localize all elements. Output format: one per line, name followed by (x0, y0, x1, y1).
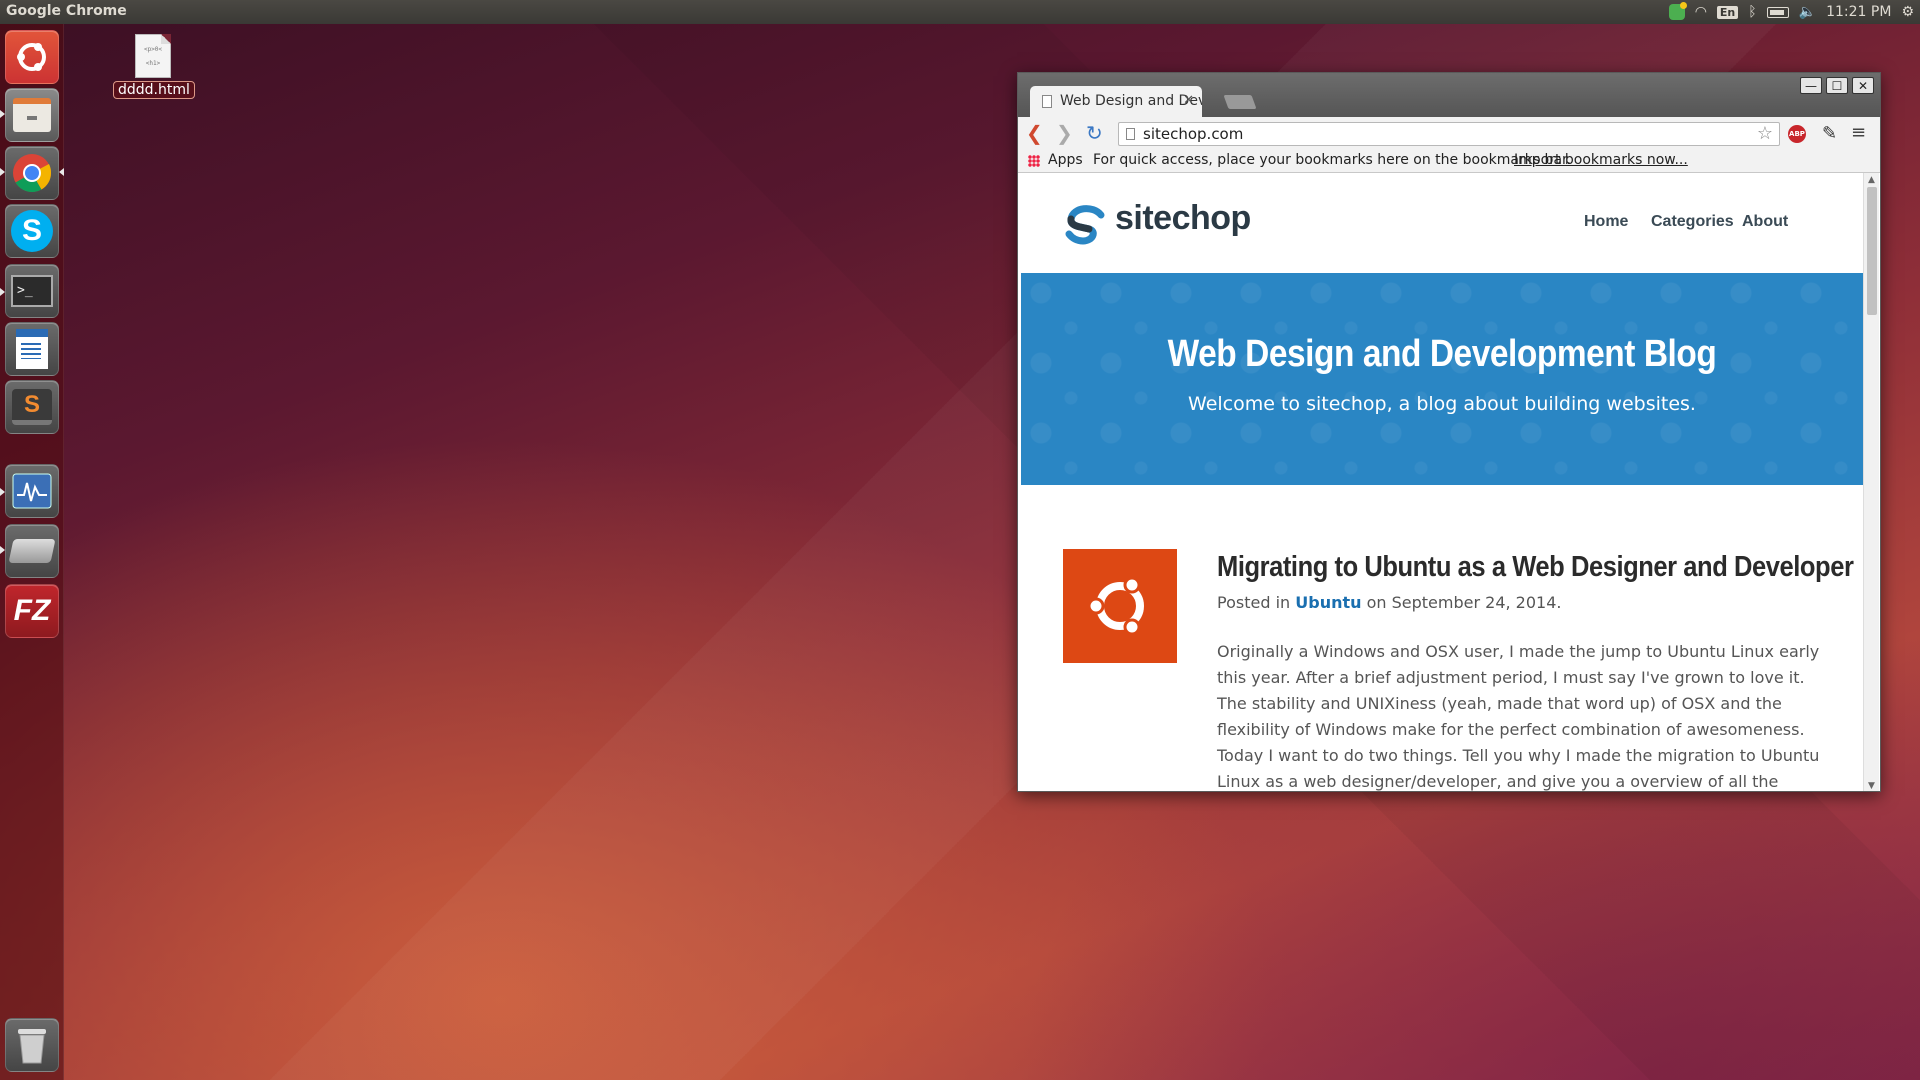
post-meta: Posted in Ubuntu on September 24, 2014. (1217, 593, 1561, 612)
page-viewport: sitechop Home Categories About Web Desig… (1021, 173, 1863, 791)
nav-categories[interactable]: Categories (1651, 213, 1734, 231)
apps-link[interactable]: Apps (1048, 152, 1083, 168)
chrome-menu-icon[interactable]: ≡ (1851, 122, 1866, 143)
bluetooth-icon[interactable]: ᛒ (1748, 4, 1756, 20)
dash-home-icon[interactable] (5, 30, 59, 84)
bookmarks-hint: For quick access, place your bookmarks h… (1093, 152, 1571, 168)
page-icon (1042, 95, 1052, 108)
minimize-button[interactable]: — (1800, 77, 1822, 94)
url-text: sitechop.com (1143, 125, 1244, 143)
vertical-scrollbar[interactable]: ▲ ▼ (1863, 173, 1879, 791)
window-titlebar[interactable]: Web Design and Deve ✕ — ☐ ✕ (1018, 73, 1880, 117)
site-header: sitechop Home Categories About (1021, 173, 1863, 273)
terminal-icon[interactable]: >_ (5, 264, 59, 318)
post-category-link[interactable]: Ubuntu (1295, 593, 1361, 612)
system-monitor-icon[interactable] (5, 464, 59, 518)
address-bar[interactable]: sitechop.com ☆ (1118, 122, 1780, 146)
post-excerpt: Originally a Windows and OSX user, I mad… (1217, 642, 1820, 791)
scroll-up-arrow-icon[interactable]: ▲ (1868, 175, 1875, 185)
scroll-down-arrow-icon[interactable]: ▼ (1868, 781, 1875, 791)
hero-subtitle: Welcome to sitechop, a blog about buildi… (1188, 393, 1696, 415)
maximize-button[interactable]: ☐ (1826, 77, 1848, 94)
bookmarks-bar: Apps For quick access, place your bookma… (1018, 149, 1880, 173)
desktop-file[interactable]: <p>0< <h1> dddd.html (113, 34, 195, 99)
apps-grid-icon[interactable] (1028, 155, 1040, 167)
system-tray: ◠ En ᛒ 🔈 11:21 PM ⚙ (1668, 0, 1914, 24)
page-icon (1126, 128, 1135, 140)
tab-title: Web Design and Deve (1060, 93, 1202, 109)
post-meta-prefix: Posted in (1217, 593, 1291, 612)
extension-eyedropper-icon[interactable]: ✎ (1822, 123, 1837, 144)
keyboard-language-indicator[interactable]: En (1716, 5, 1739, 19)
chrome-window: Web Design and Deve ✕ — ☐ ✕ ❮ ❯ ↻ sitech… (1017, 72, 1881, 792)
sitechop-logo-icon[interactable] (1063, 203, 1107, 247)
file-preview-line-2: <h1> (145, 60, 161, 67)
hero-banner: Web Design and Development Blog Welcome … (1021, 273, 1863, 485)
browser-tab[interactable]: Web Design and Deve ✕ (1030, 86, 1202, 117)
new-tab-button[interactable] (1223, 95, 1257, 109)
import-bookmarks-link[interactable]: Import bookmarks now... (1514, 152, 1688, 168)
top-panel: Google Chrome ◠ En ᛒ 🔈 11:21 PM ⚙ (0, 0, 1920, 24)
wifi-icon[interactable]: ◠ (1695, 4, 1707, 20)
desktop-file-name: dddd.html (113, 81, 195, 99)
scanner-icon[interactable] (5, 524, 59, 578)
back-button[interactable]: ❮ (1026, 123, 1043, 143)
site-logo-text[interactable]: sitechop (1115, 199, 1251, 238)
bookmark-star-icon[interactable]: ☆ (1757, 123, 1773, 144)
nav-home[interactable]: Home (1584, 213, 1628, 231)
trash-icon[interactable] (5, 1018, 59, 1072)
battery-icon[interactable] (1766, 6, 1789, 18)
filezilla-icon[interactable]: FZ (5, 584, 59, 638)
google-chrome-icon[interactable] (5, 146, 59, 200)
reload-button[interactable]: ↻ (1086, 123, 1103, 143)
nav-about[interactable]: About (1742, 213, 1788, 231)
html-file-icon: <p>0< <h1> (135, 34, 171, 78)
active-app-title: Google Chrome (6, 3, 127, 19)
hero-title: Web Design and Development Blog (1167, 333, 1717, 375)
browser-toolbar: ❮ ❯ ↻ sitechop.com ☆ ABP ✎ ≡ (1018, 117, 1880, 149)
adblock-plus-icon[interactable]: ABP (1788, 125, 1806, 143)
settings-gear-icon[interactable]: ⚙ (1901, 4, 1914, 20)
post-thumbnail[interactable] (1063, 549, 1177, 663)
skype-icon[interactable]: S (5, 204, 59, 258)
post-title-link[interactable]: Migrating to Ubuntu as a Web Designer an… (1217, 551, 1854, 584)
ubuntu-logo-icon (1087, 576, 1144, 636)
file-preview-line-1: <p>0< (143, 46, 163, 53)
files-icon[interactable] (5, 88, 59, 142)
unity-launcher: S >_ S FZ (0, 24, 64, 1080)
sublime-text-icon[interactable]: S (5, 380, 59, 434)
tab-close-icon[interactable]: ✕ (1183, 93, 1194, 108)
forward-button[interactable]: ❯ (1056, 123, 1073, 143)
close-button[interactable]: ✕ (1852, 77, 1874, 94)
update-shield-icon[interactable] (1668, 2, 1687, 20)
volume-icon[interactable]: 🔈 (1799, 4, 1816, 20)
scrollbar-thumb[interactable] (1867, 187, 1877, 315)
libreoffice-writer-icon[interactable] (5, 322, 59, 376)
clock[interactable]: 11:21 PM (1826, 4, 1891, 20)
post-date: on September 24, 2014. (1366, 593, 1562, 612)
